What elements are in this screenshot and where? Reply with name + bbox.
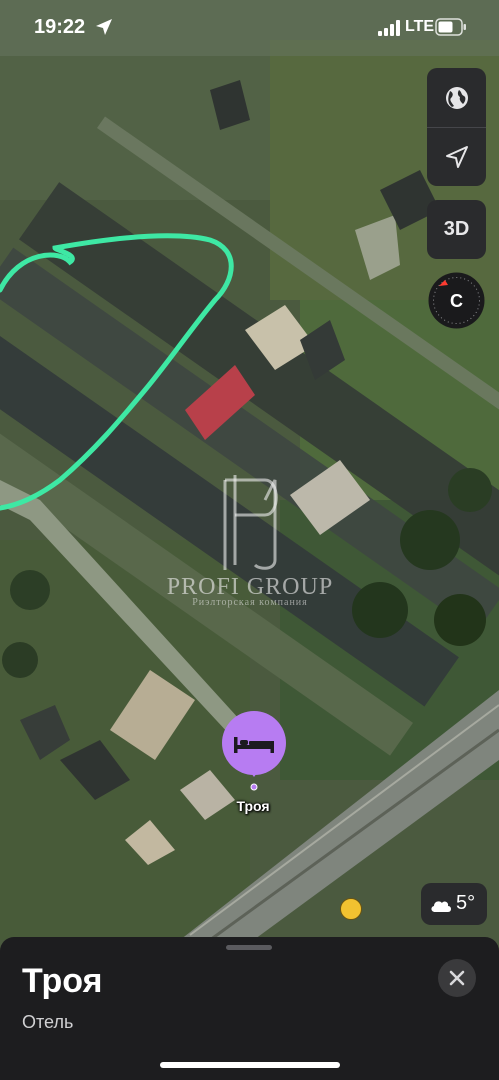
hotel-pin[interactable] — [220, 711, 288, 791]
close-icon — [449, 970, 465, 986]
map-controls — [427, 68, 486, 186]
location-arrow-icon — [96, 19, 112, 35]
signal-icon — [378, 20, 400, 36]
place-sheet[interactable] — [0, 937, 499, 1080]
status-time: 19:22 — [34, 16, 86, 38]
close-button[interactable] — [438, 959, 476, 997]
map-mode-button[interactable] — [427, 68, 486, 128]
bus-icon[interactable] — [340, 898, 362, 920]
weather-widget: 5° — [421, 883, 487, 925]
location-arrow-icon — [445, 145, 468, 168]
compass-icon[interactable]: С — [428, 272, 485, 329]
sheet-grabber[interactable] — [226, 945, 272, 950]
battery-icon — [435, 18, 466, 36]
watermark-subtitle: Риэлторская компания — [192, 597, 308, 608]
temperature: 5° — [456, 892, 476, 914]
cloud-icon — [431, 901, 451, 912]
compass-label: С — [450, 291, 463, 311]
status-bar: 19:22 LTE — [0, 0, 499, 56]
network-type: LTE — [405, 18, 435, 35]
home-indicator — [160, 1062, 340, 1068]
globe-icon — [445, 86, 468, 109]
three-d-button[interactable]: 3D — [427, 200, 486, 259]
place-title: Троя — [22, 962, 103, 1000]
pin-label: Троя — [236, 798, 270, 814]
place-category: Отель — [22, 1012, 74, 1032]
locate-me-button[interactable] — [427, 127, 486, 186]
